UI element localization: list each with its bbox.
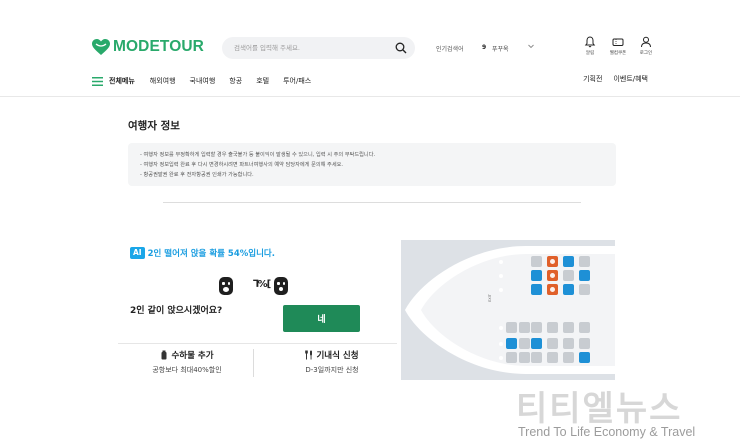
ai-badge: AI [130,247,145,259]
logo-text: MODETOUR [113,38,204,55]
baggage-card[interactable]: 수하물 추가 공항보다 최대40%할인 [135,349,239,375]
baggage-title-text: 수하물 추가 [171,351,214,361]
cutlery-icon [305,350,313,360]
page-title: 여행자 정보 [128,120,180,132]
nav-all-menu[interactable]: 전체메뉴 [109,76,135,86]
seat[interactable] [531,270,542,281]
seat[interactable] [531,284,542,295]
nav-events[interactable]: 이벤트/혜택 [613,74,648,84]
coupon-button[interactable]: 웰컴쿠폰 [606,36,630,56]
seat[interactable] [506,338,517,349]
watermark-title: 티티엘뉴스 [516,389,683,429]
row-marker [499,288,503,292]
ai-probability-text: 2인 떨어져 앉을 확률 54%입니다. [147,249,275,259]
coupon-icon [612,38,624,46]
chevron-down-icon[interactable] [527,42,535,50]
seat [519,322,530,333]
baggage-subtitle: 공항보다 최대40%할인 [152,366,222,374]
seat [579,322,590,333]
seat [519,352,530,363]
seat-map[interactable] [401,240,615,380]
search-icon[interactable] [395,42,407,54]
row-marker [499,274,503,278]
nav-overseas[interactable]: 해외여행 [150,76,176,86]
bell-icon [584,36,596,48]
cards-divider [118,343,397,344]
row-marker [499,260,503,264]
notice-line: - 여행자 정보입력 완료 후 다시 변경하시려면 파트너여행사의 예약 담당자… [140,162,344,168]
seat [547,322,558,333]
seat [579,284,590,295]
coupon-label: 웰컴쿠폰 [609,51,627,56]
user-icon [641,36,651,48]
heart-logo-icon [92,38,110,55]
nav-domestic[interactable]: 국내여행 [190,76,216,86]
seat [547,338,558,349]
bottle-icon [161,350,167,360]
notice-line: - 항공권발권 완료 후 전자항공권 인쇄가 가능합니다. [140,172,254,178]
popular-word[interactable]: 푸꾸옥 [492,44,509,53]
yes-button[interactable]: 네 [283,305,360,332]
nav-flight[interactable]: 항공 [229,76,242,86]
seat[interactable] [579,270,590,281]
notification-button[interactable]: 알림 [578,36,602,56]
seat [579,256,590,267]
meal-card[interactable]: 기내식 신청 D-3일까지만 신청 [282,349,382,375]
seat[interactable] [531,338,542,349]
nav-tour-pass[interactable]: 투어/패스 [283,76,311,86]
seat [579,338,590,349]
meal-title: 기내식 신청 [282,349,382,361]
seat [506,352,517,363]
notification-label: 알림 [585,51,595,56]
seat [506,322,517,333]
notice-line: - 여행자 정보를 부정확하게 입력할 경우 출국불가 등 불이익이 발생될 수… [140,152,376,158]
card-divider [253,349,254,377]
seat [547,270,558,281]
nav-exhibition[interactable]: 기획전 [583,74,602,84]
popular-label: 인기검색어 [436,46,464,53]
search-input[interactable] [234,44,395,52]
seat[interactable] [563,256,574,267]
popular-rank: 9 [482,44,487,51]
seat [519,338,530,349]
notice-box: - 여행자 정보를 부정확하게 입력할 경우 출국불가 등 불이익이 발생될 수… [128,143,616,186]
seat [547,284,558,295]
login-button[interactable]: 로그인 [634,36,658,56]
watermark-subtitle: Trend To Life Economy & Travel [518,425,696,439]
search-bar[interactable] [222,37,415,59]
hamburger-menu-icon[interactable] [92,76,103,86]
ai-message: AI 2인 떨어져 앉을 확률 54%입니다. [130,247,275,259]
seat [563,270,574,281]
row-marker [499,326,503,330]
seat [531,256,542,267]
login-label: 로그인 [639,51,653,56]
seat [531,322,542,333]
seat [563,352,574,363]
seat [563,322,574,333]
seat[interactable] [579,352,590,363]
seat [547,256,558,267]
sad-face-icon [219,277,233,295]
seat-together-question: 2인 같이 앉으시겠어요? [130,306,223,316]
seat [531,352,542,363]
main-nav: 전체메뉴 해외여행 국내여행 항공 호텔 투어/패스 기획전 이벤트/혜택 [92,74,656,88]
meal-subtitle: D-3일까지만 신청 [305,366,359,374]
gap-glyph: ⅂%[ [253,279,271,290]
logo[interactable]: MODETOUR [92,38,204,56]
seat [563,338,574,349]
seat[interactable] [563,284,574,295]
header-divider [0,96,740,97]
nav-right: 기획전 이벤트/혜택 [583,74,648,84]
meal-title-text: 기내식 신청 [316,351,359,361]
surprised-face-icon [274,277,288,295]
nav-hotel[interactable]: 호텔 [256,76,269,86]
exit-label: EXIT [488,294,492,302]
row-marker [499,356,503,360]
section-divider [163,202,581,203]
row-marker [499,342,503,346]
seat [547,352,558,363]
baggage-title: 수하물 추가 [135,349,239,361]
